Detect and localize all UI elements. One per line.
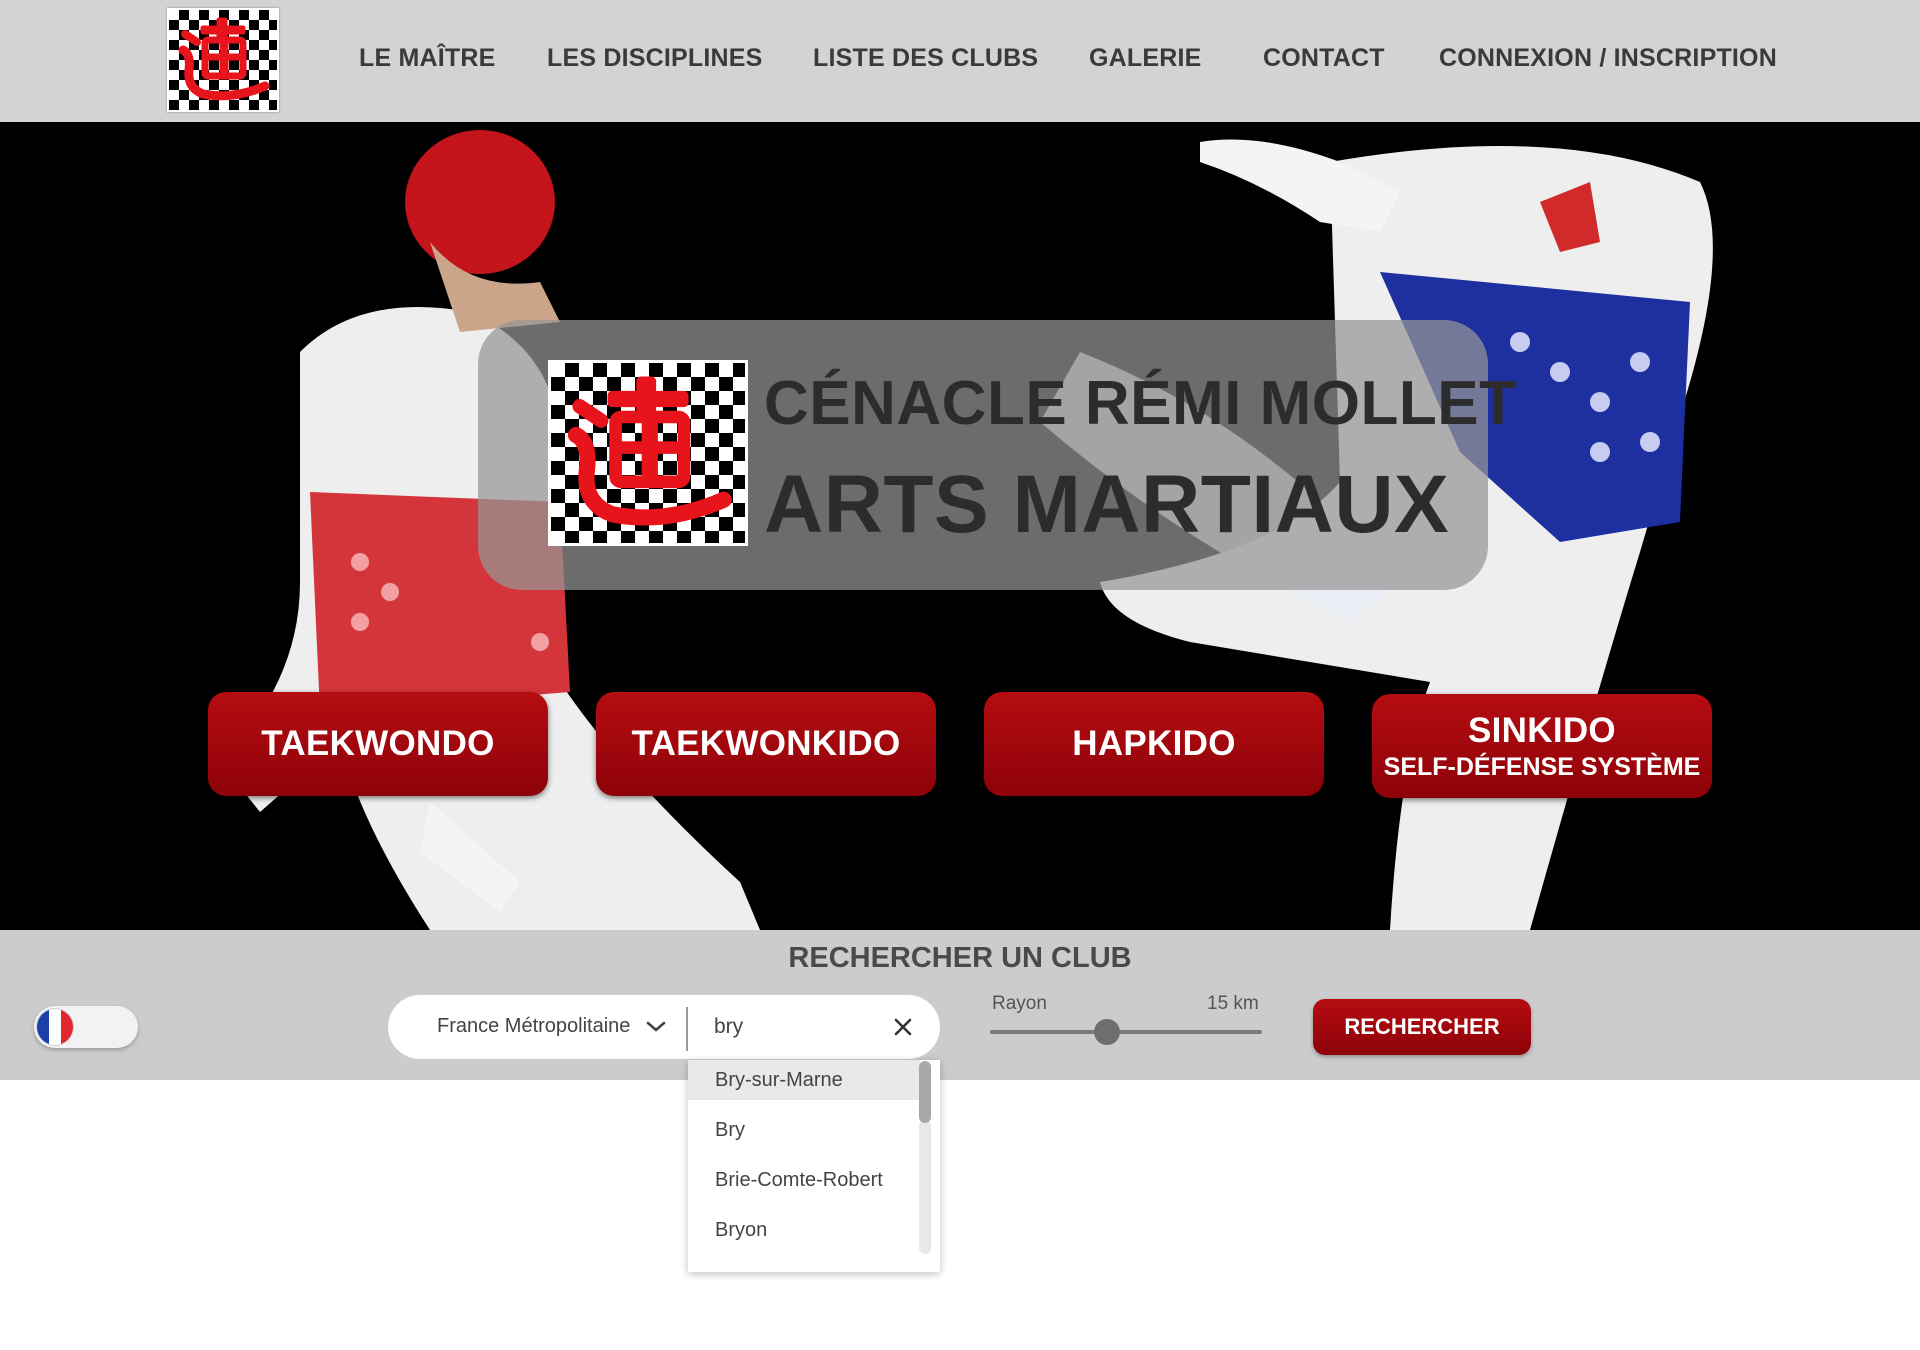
suggestions-scrollbar-track[interactable]: [919, 1120, 931, 1254]
discipline-button-hapkido[interactable]: HAPKIDO: [984, 692, 1324, 796]
search-divider: [686, 1007, 688, 1051]
discipline-sublabel: SELF-DÉFENSE SYSTÈME: [1383, 752, 1701, 781]
discipline-button-sinkido[interactable]: SINKIDO SELF-DÉFENSE SYSTÈME: [1372, 694, 1712, 798]
suggestion-item[interactable]: Bry: [688, 1110, 920, 1150]
nav-le-maitre[interactable]: LE MAÎTRE: [359, 44, 496, 73]
dojo-kanji-checker-icon: [169, 10, 277, 110]
site-header: LE MAÎTRE LES DISCIPLINES LISTE DES CLUB…: [0, 0, 1920, 122]
discipline-label: SINKIDO: [1468, 710, 1616, 750]
discipline-button-taekwonkido[interactable]: TAEKWONKIDO: [596, 692, 936, 796]
language-toggle[interactable]: [34, 1006, 138, 1048]
radius-slider-thumb[interactable]: [1093, 1019, 1120, 1045]
hero-subtitle: ARTS MARTIAUX: [764, 459, 1450, 550]
nav-galerie[interactable]: GALERIE: [1089, 44, 1202, 73]
club-search-bar: RECHERCHER UN CLUB France Métropolitaine…: [0, 930, 1920, 1080]
france-flag-icon: [37, 1009, 73, 1045]
suggestion-item[interactable]: Bryon: [688, 1210, 920, 1250]
hero-title-panel: CÉNACLE RÉMI MOLLET ARTS MARTIAUX: [478, 320, 1517, 590]
hero-logo: [548, 360, 748, 546]
chevron-down-icon: [646, 1021, 666, 1032]
search-title: RECHERCHER UN CLUB: [788, 942, 1132, 974]
city-search-input[interactable]: [714, 1009, 894, 1045]
suggestions-scrollbar-thumb[interactable]: [919, 1061, 931, 1123]
hero-title: CÉNACLE RÉMI MOLLET: [764, 369, 1518, 438]
radius-value: 15 km: [1207, 993, 1259, 1014]
discipline-label: HAPKIDO: [1072, 724, 1236, 763]
search-button[interactable]: RECHERCHER: [1313, 999, 1531, 1055]
suggestion-item[interactable]: Brie-Comte-Robert: [688, 1160, 920, 1200]
radius-slider[interactable]: [990, 1019, 1262, 1045]
nav-les-disciplines[interactable]: LES DISCIPLINES: [547, 44, 763, 73]
nav-connexion-inscription[interactable]: CONNEXION / INSCRIPTION: [1439, 44, 1777, 73]
discipline-label: TAEKWONDO: [261, 724, 495, 763]
region-select[interactable]: France Métropolitaine: [388, 995, 686, 1059]
close-icon[interactable]: [892, 1016, 914, 1038]
site-logo[interactable]: [167, 8, 279, 112]
discipline-button-taekwondo[interactable]: TAEKWONDO: [208, 692, 548, 796]
hero-banner: CÉNACLE RÉMI MOLLET ARTS MARTIAUX TAEKWO…: [0, 122, 1920, 930]
nav-contact[interactable]: CONTACT: [1263, 44, 1385, 73]
region-selected-value: France Métropolitaine: [437, 1015, 631, 1037]
dojo-kanji-checker-icon: [551, 363, 745, 543]
search-box: France Métropolitaine: [388, 995, 940, 1059]
city-suggestions-dropdown: Bry-sur-Marne Bry Brie-Comte-Robert Bryo…: [688, 1060, 940, 1272]
nav-liste-des-clubs[interactable]: LISTE DES CLUBS: [813, 44, 1038, 73]
discipline-label: TAEKWONKIDO: [631, 724, 901, 763]
suggestion-item[interactable]: Bry-sur-Marne: [688, 1060, 920, 1100]
radius-label: Rayon: [992, 993, 1047, 1014]
